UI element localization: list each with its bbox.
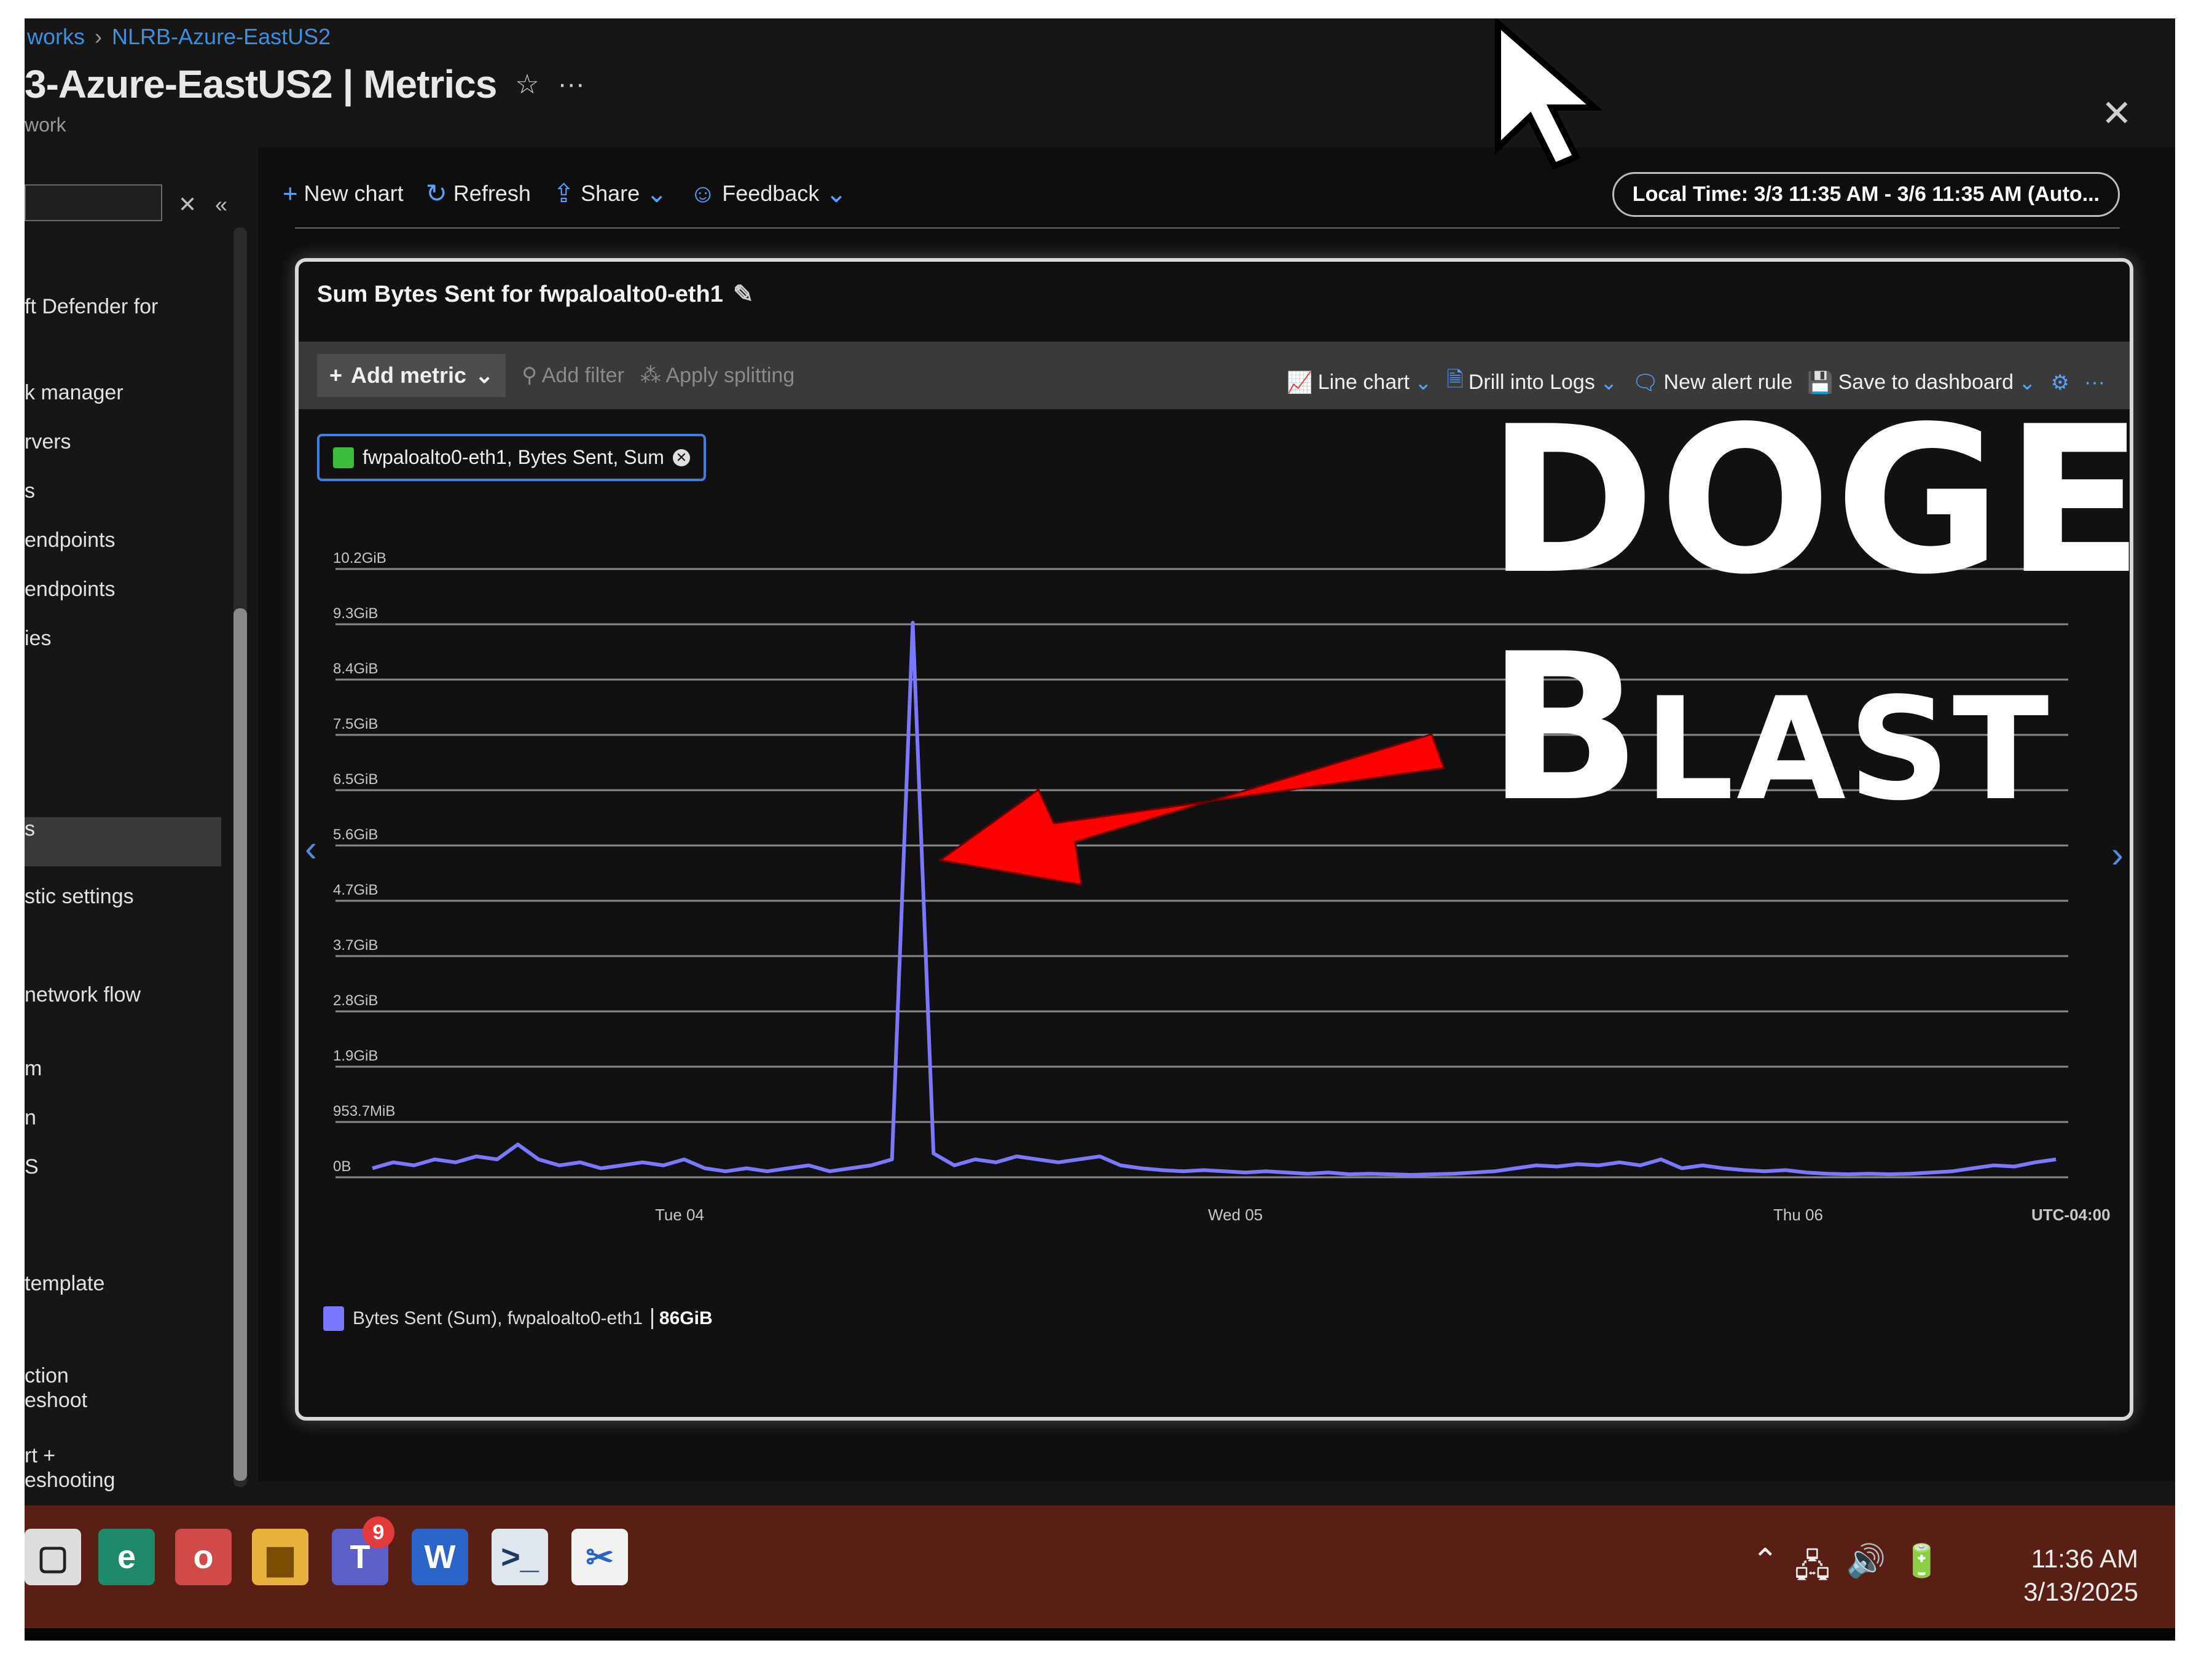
sidebar-item[interactable]: endpoints — [25, 528, 115, 552]
taskbar-app-icon[interactable]: ▢ — [25, 1529, 81, 1585]
taskbar-clock[interactable]: 11:36 AM 3/13/2025 — [2023, 1542, 2138, 1609]
chevron-down-icon: ⌄ — [646, 179, 668, 208]
overlay-line-2-initial: B — [1487, 610, 1644, 846]
breadcrumb-separator: › — [95, 24, 103, 49]
y-tick-label: 5.6GiB — [333, 826, 378, 843]
close-icon[interactable]: ✕ — [2101, 92, 2132, 135]
breadcrumb-current[interactable]: NLRB-Azure-EastUS2 — [112, 24, 331, 50]
overlay-line-1: DOGE — [1487, 383, 2147, 619]
sidebar-item[interactable]: s — [25, 479, 35, 503]
teams-badge: 9 — [363, 1516, 394, 1548]
powershell-icon[interactable]: >_ — [492, 1529, 548, 1585]
time-range-picker[interactable]: Local Time: 3/3 11:35 AM - 3/6 11:35 AM … — [1612, 172, 2120, 217]
favorite-star-icon[interactable]: ☆ — [515, 69, 539, 100]
share-label: Share — [581, 180, 640, 206]
edge-icon[interactable]: e — [98, 1529, 155, 1585]
breadcrumb: works › NLRB-Azure-EastUS2 — [25, 18, 331, 55]
clock-time: 11:36 AM — [2031, 1544, 2138, 1573]
network-icon[interactable]: 🖧 — [1795, 1542, 1830, 1597]
refresh-button[interactable]: ↻ Refresh — [426, 178, 531, 208]
sidebar-item[interactable]: template — [25, 1272, 104, 1296]
more-options-icon[interactable]: ··· — [558, 69, 585, 100]
word-icon[interactable]: W — [412, 1529, 468, 1585]
chart-legend: Bytes Sent (Sum), fwpaloalto0-eth1 86GiB — [323, 1306, 713, 1331]
sidebar-item[interactable]: endpoints — [25, 578, 115, 602]
page-title: 3-Azure-EastUS2 | Metrics — [25, 62, 497, 106]
sidebar-item[interactable]: s — [25, 817, 221, 866]
refresh-icon: ↻ — [425, 179, 447, 208]
sidebar-item[interactable]: stic settings — [25, 885, 134, 909]
overlay-line-2: BLAST — [1487, 627, 2163, 830]
refresh-label: Refresh — [453, 180, 531, 206]
bezel — [25, 1628, 2175, 1641]
timezone-label: UTC-04:00 — [2031, 1206, 2111, 1224]
feedback-label: Feedback — [722, 180, 820, 206]
mouse-cursor-icon — [1495, 18, 1603, 170]
sidebar-item[interactable]: m — [25, 1057, 42, 1081]
new-chart-label: New chart — [304, 180, 404, 206]
snipping-tool-icon[interactable]: ✂ — [571, 1529, 628, 1585]
toolbar: + New chart ↻ Refresh ⇪ Share ⌄ ☺ Feedback ⌄ — [283, 178, 847, 208]
divider — [295, 227, 2120, 229]
x-tick-label: Wed 05 — [1208, 1206, 1263, 1224]
legend-swatch — [323, 1306, 344, 1331]
y-tick-label: 0B — [333, 1158, 351, 1175]
y-tick-label: 953.7MiB — [333, 1103, 395, 1120]
y-tick-label: 9.3GiB — [333, 605, 378, 622]
legend-total: 86GiB — [651, 1308, 713, 1329]
sidebar-item[interactable]: eshooting — [25, 1469, 115, 1492]
battery-icon[interactable]: 🔋 — [1902, 1542, 1942, 1597]
teams-icon[interactable]: T9 — [332, 1516, 394, 1585]
chart-next-arrow-icon[interactable]: › — [2111, 833, 2124, 876]
feedback-button[interactable]: ☺ Feedback ⌄ — [689, 178, 847, 208]
x-tick-label: Thu 06 — [1773, 1206, 1823, 1224]
new-chart-button[interactable]: + New chart — [283, 179, 404, 208]
sidebar-item[interactable]: eshoot — [25, 1389, 87, 1413]
sidebar-item[interactable]: ies — [25, 627, 51, 651]
y-tick-label: 3.7GiB — [333, 937, 378, 954]
clear-search-icon[interactable]: ✕ — [178, 192, 197, 218]
y-tick-label: 1.9GiB — [333, 1048, 378, 1064]
system-tray: ⌃ 🖧 🔊 🔋 — [1752, 1542, 1942, 1597]
chevron-up-icon[interactable]: ⌃ — [1752, 1542, 1779, 1597]
share-icon: ⇪ — [552, 179, 575, 208]
sidebar-item[interactable]: ction — [25, 1364, 69, 1388]
y-tick-label: 6.5GiB — [333, 771, 378, 788]
sidebar-item[interactable]: S — [25, 1155, 39, 1179]
page-subtitle: work — [25, 114, 66, 136]
outlook-icon[interactable]: o — [175, 1529, 232, 1585]
scrollbar-thumb[interactable] — [233, 608, 247, 1481]
share-button[interactable]: ⇪ Share ⌄ — [553, 178, 667, 208]
sidebar-item[interactable]: rvers — [25, 430, 71, 454]
y-tick-label: 10.2GiB — [333, 550, 386, 567]
taskbar: ▢ e o ▆ T9 W >_ ✂ ⌃ 🖧 🔊 🔋 11:36 AM 3/13/… — [25, 1505, 2175, 1628]
y-tick-label: 7.5GiB — [333, 716, 378, 732]
doge-blast-overlay: DOGE BLAST — [1487, 399, 2163, 830]
sidebar: ✕ « ft Defender for k manager rvers s endpoi… — [25, 178, 247, 1492]
breadcrumb-parent[interactable]: works — [27, 24, 85, 50]
sidebar-item[interactable]: network flow — [25, 983, 141, 1007]
smiley-icon: ☺ — [689, 178, 716, 208]
sidebar-scrollbar[interactable] — [233, 227, 247, 1487]
sidebar-item[interactable]: rt + — [25, 1444, 55, 1468]
chart-prev-arrow-icon[interactable]: ‹ — [305, 827, 317, 869]
overlay-line-2-rest: LAST — [1644, 668, 2052, 832]
plus-icon: + — [283, 178, 298, 208]
sidebar-search-input[interactable] — [25, 184, 162, 221]
file-explorer-icon[interactable]: ▆ — [252, 1529, 308, 1585]
collapse-sidebar-icon[interactable]: « — [215, 192, 227, 218]
sidebar-item[interactable]: k manager — [25, 381, 124, 405]
volume-icon[interactable]: 🔊 — [1846, 1542, 1886, 1597]
y-tick-label: 2.8GiB — [333, 992, 378, 1009]
title-row: 3-Azure-EastUS2 | Metrics ☆ ··· — [25, 61, 585, 107]
clock-date: 3/13/2025 — [2023, 1577, 2138, 1606]
y-tick-label: 4.7GiB — [333, 882, 378, 898]
x-tick-label: Tue 04 — [655, 1206, 704, 1224]
y-tick-label: 8.4GiB — [333, 661, 378, 677]
chevron-down-icon: ⌄ — [825, 179, 847, 208]
sidebar-item[interactable]: ft Defender for — [25, 295, 158, 319]
sidebar-item[interactable]: n — [25, 1106, 36, 1130]
legend-label: Bytes Sent (Sum), fwpaloalto0-eth1 — [353, 1308, 643, 1328]
